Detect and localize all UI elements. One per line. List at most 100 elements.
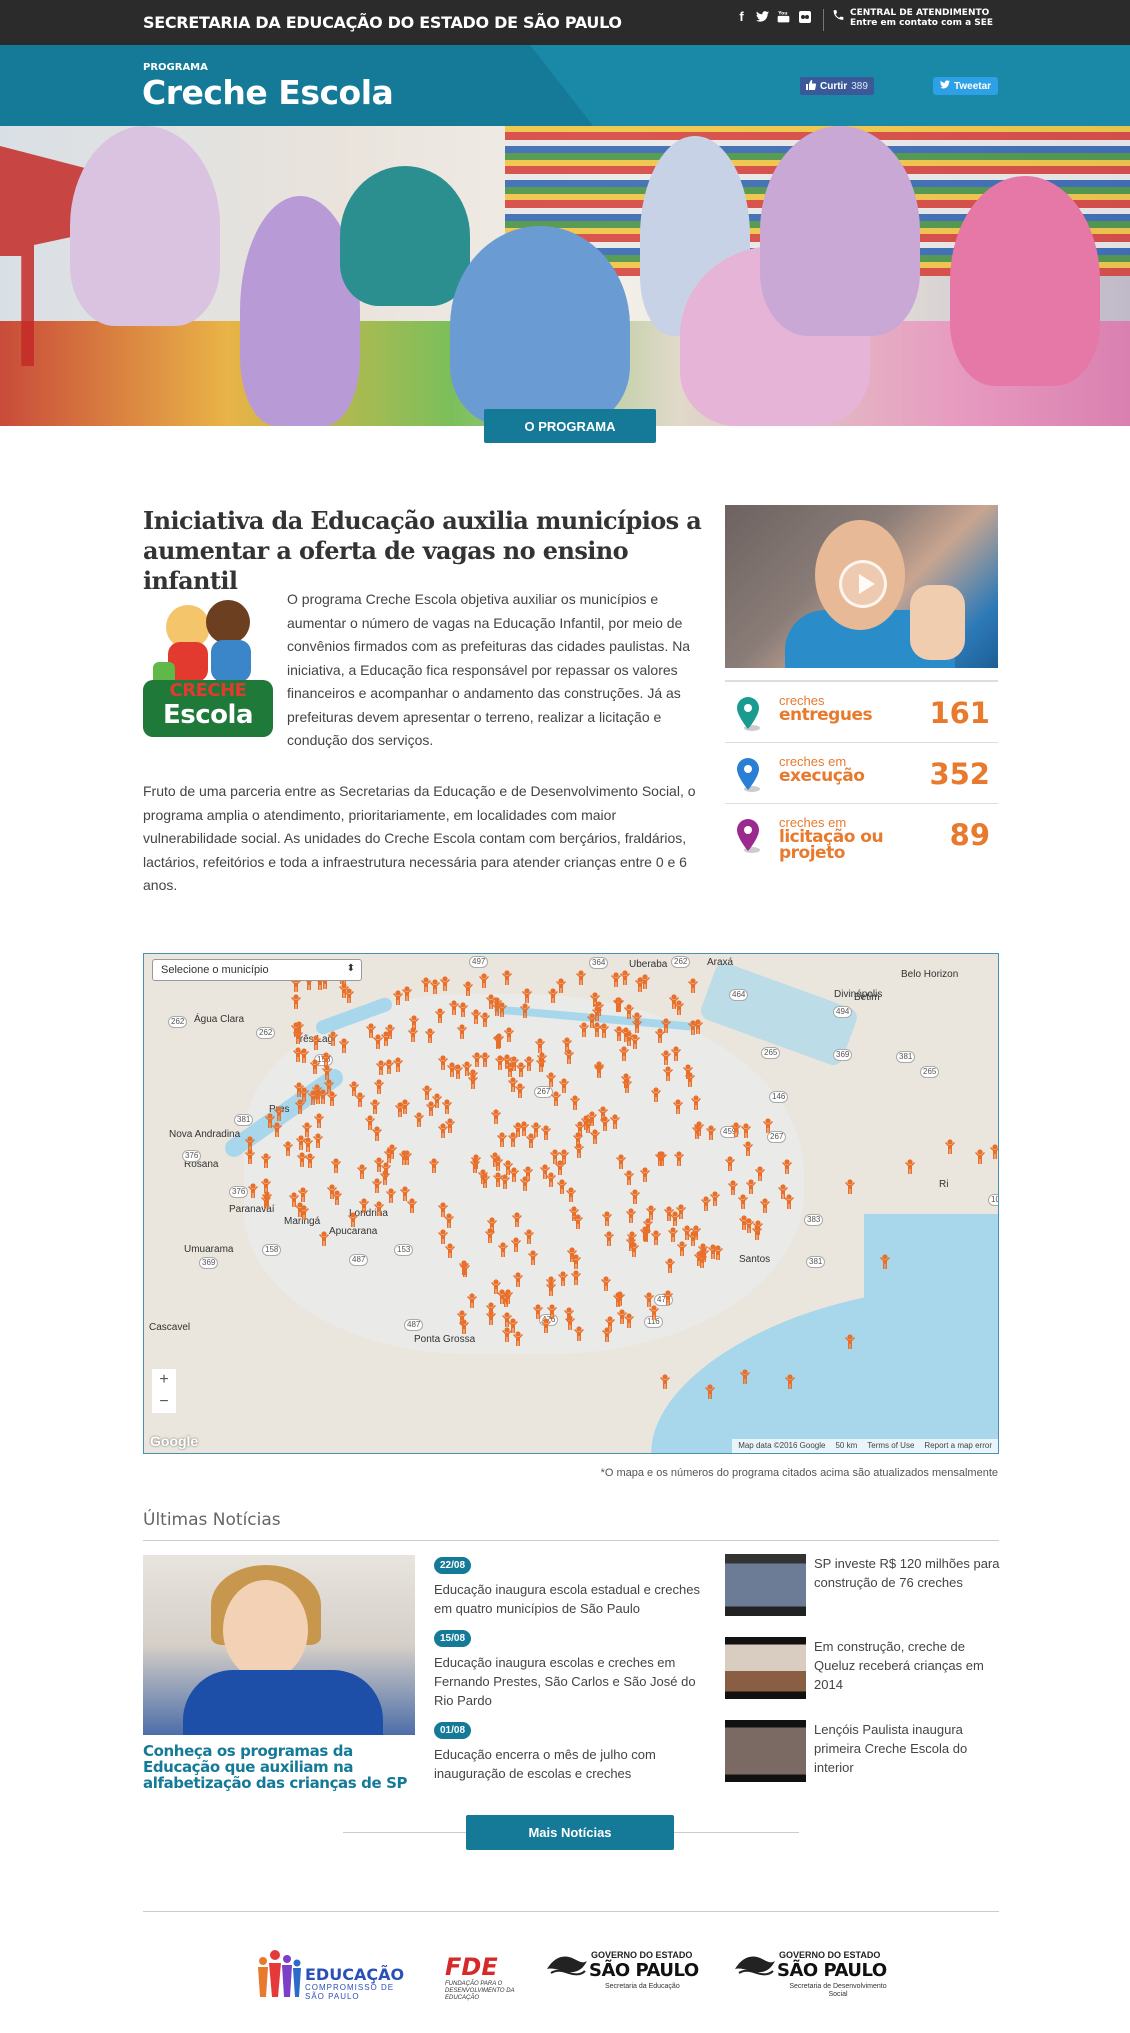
creche-marker-icon[interactable] bbox=[591, 1022, 603, 1038]
news-item[interactable]: 22/08 Educação inaugura escola estadual … bbox=[434, 1555, 704, 1618]
creche-marker-icon[interactable] bbox=[664, 1258, 676, 1274]
creche-marker-icon[interactable] bbox=[549, 1149, 561, 1165]
zoom-in-button[interactable]: + bbox=[152, 1369, 176, 1391]
side-news-headline[interactable]: Em construção, creche de Queluz receberá… bbox=[814, 1637, 1002, 1694]
report-error-link[interactable]: Report a map error bbox=[924, 1441, 992, 1451]
creche-marker-icon[interactable] bbox=[690, 1095, 702, 1111]
creche-marker-icon[interactable] bbox=[479, 1052, 491, 1068]
creche-marker-icon[interactable] bbox=[673, 1000, 685, 1016]
facebook-like-button[interactable]: Curtir 389 bbox=[800, 77, 874, 95]
creche-marker-icon[interactable] bbox=[944, 1139, 956, 1155]
creche-marker-icon[interactable] bbox=[501, 1054, 513, 1070]
creche-marker-icon[interactable] bbox=[625, 1208, 637, 1224]
creche-marker-icon[interactable] bbox=[467, 1069, 479, 1085]
creche-marker-icon[interactable] bbox=[601, 1211, 613, 1227]
creche-marker-icon[interactable] bbox=[264, 1113, 276, 1129]
youtube-icon[interactable]: You bbox=[777, 9, 790, 24]
creche-marker-icon[interactable] bbox=[515, 1062, 527, 1078]
creche-marker-icon[interactable] bbox=[492, 1172, 504, 1188]
creche-marker-icon[interactable] bbox=[358, 1198, 370, 1214]
creche-marker-icon[interactable] bbox=[437, 1229, 449, 1245]
creche-marker-icon[interactable] bbox=[561, 1037, 573, 1053]
creche-marker-icon[interactable] bbox=[603, 1231, 615, 1247]
side-news-headline[interactable]: Lençóis Paulista inaugura primeira Crech… bbox=[814, 1720, 1002, 1777]
creche-marker-icon[interactable] bbox=[290, 994, 302, 1010]
side-news-item[interactable]: Lençóis Paulista inaugura primeira Crech… bbox=[725, 1720, 1000, 1803]
creche-marker-icon[interactable] bbox=[534, 1038, 546, 1054]
governo-sp-educacao-logo[interactable]: GOVERNO DO ESTADO SÃO PAULO Secretaria d… bbox=[545, 1945, 700, 2005]
creche-marker-icon[interactable] bbox=[612, 1292, 624, 1308]
side-news-item[interactable]: Em construção, creche de Queluz receberá… bbox=[725, 1637, 1000, 1720]
creche-marker-icon[interactable] bbox=[593, 1063, 605, 1079]
terms-link[interactable]: Terms of Use bbox=[867, 1441, 914, 1451]
creche-marker-icon[interactable] bbox=[618, 1046, 630, 1062]
educacao-logo[interactable]: EDUCAÇÃO COMPROMISSO DE SÃO PAULO bbox=[255, 1945, 415, 2005]
creche-marker-icon[interactable] bbox=[762, 1118, 774, 1134]
creche-marker-icon[interactable] bbox=[739, 1369, 751, 1385]
creche-marker-icon[interactable] bbox=[569, 1095, 581, 1111]
creche-marker-icon[interactable] bbox=[510, 1237, 522, 1253]
creche-marker-icon[interactable] bbox=[566, 1247, 578, 1263]
creche-marker-icon[interactable] bbox=[384, 1024, 396, 1040]
creche-marker-icon[interactable] bbox=[599, 1116, 611, 1132]
creche-marker-icon[interactable] bbox=[294, 1201, 306, 1218]
creche-marker-icon[interactable] bbox=[373, 1078, 385, 1095]
creche-marker-icon[interactable] bbox=[615, 1153, 627, 1170]
news-headline[interactable]: Educação inaugura escola estadual e crec… bbox=[434, 1580, 704, 1618]
creche-marker-icon[interactable] bbox=[492, 1034, 504, 1050]
creche-marker-icon[interactable] bbox=[625, 1236, 637, 1252]
creche-marker-icon[interactable] bbox=[296, 1152, 308, 1168]
news-item[interactable]: 01/08 Educação encerra o mês de julho co… bbox=[434, 1720, 704, 1783]
creche-marker-icon[interactable] bbox=[547, 988, 559, 1004]
creche-marker-icon[interactable] bbox=[697, 1242, 709, 1259]
creche-marker-icon[interactable] bbox=[623, 1170, 635, 1186]
creche-marker-icon[interactable] bbox=[413, 1112, 425, 1128]
creche-marker-icon[interactable] bbox=[623, 1313, 635, 1329]
creche-marker-icon[interactable] bbox=[704, 1384, 716, 1400]
creche-marker-icon[interactable] bbox=[742, 1141, 754, 1157]
municipality-select[interactable]: Selecione o município bbox=[152, 959, 362, 981]
creche-marker-icon[interactable] bbox=[439, 976, 451, 992]
creche-marker-icon[interactable] bbox=[247, 1183, 259, 1199]
creche-marker-icon[interactable] bbox=[298, 1087, 310, 1103]
creche-marker-icon[interactable] bbox=[692, 1019, 704, 1035]
creche-marker-icon[interactable] bbox=[600, 1276, 612, 1292]
creche-marker-icon[interactable] bbox=[501, 970, 513, 986]
creche-marker-icon[interactable] bbox=[712, 1245, 724, 1261]
creche-marker-icon[interactable] bbox=[512, 1331, 524, 1347]
creche-marker-icon[interactable] bbox=[675, 1204, 687, 1220]
creche-marker-icon[interactable] bbox=[740, 1123, 752, 1139]
creche-marker-icon[interactable] bbox=[511, 1212, 523, 1228]
creche-marker-icon[interactable] bbox=[373, 1201, 385, 1217]
creche-marker-icon[interactable] bbox=[754, 1165, 766, 1182]
creche-marker-icon[interactable] bbox=[570, 1270, 582, 1286]
creche-marker-icon[interactable] bbox=[244, 1136, 256, 1152]
creche-marker-icon[interactable] bbox=[485, 1310, 497, 1326]
creche-marker-icon[interactable] bbox=[709, 1191, 721, 1207]
tweet-button[interactable]: Tweetar bbox=[933, 77, 999, 95]
creche-marker-icon[interactable] bbox=[401, 986, 413, 1002]
creche-marker-icon[interactable] bbox=[485, 994, 497, 1010]
creche-marker-icon[interactable] bbox=[690, 1225, 702, 1241]
creche-marker-icon[interactable] bbox=[323, 1079, 335, 1095]
creche-marker-icon[interactable] bbox=[532, 1304, 544, 1320]
creche-marker-icon[interactable] bbox=[904, 1159, 916, 1175]
creche-marker-icon[interactable] bbox=[650, 1087, 662, 1103]
more-news-button[interactable]: Mais Notícias bbox=[466, 1815, 674, 1850]
creche-marker-icon[interactable] bbox=[519, 1003, 531, 1019]
creche-marker-icon[interactable] bbox=[501, 1312, 513, 1328]
creche-marker-icon[interactable] bbox=[629, 1189, 641, 1205]
creche-marker-icon[interactable] bbox=[781, 1159, 793, 1175]
creche-marker-icon[interactable] bbox=[448, 1000, 460, 1016]
creche-marker-icon[interactable] bbox=[282, 1141, 294, 1157]
creche-marker-icon[interactable] bbox=[421, 1085, 433, 1101]
creche-marker-icon[interactable] bbox=[672, 1099, 684, 1115]
creche-marker-icon[interactable] bbox=[309, 1059, 321, 1075]
site-title[interactable]: SECRETARIA DA EDUCAÇÃO DO ESTADO DE SÃO … bbox=[143, 13, 622, 32]
zoom-out-button[interactable]: − bbox=[152, 1391, 176, 1413]
creche-marker-icon[interactable] bbox=[373, 1157, 385, 1173]
creche-marker-icon[interactable] bbox=[295, 1134, 307, 1151]
creche-marker-icon[interactable] bbox=[507, 1077, 519, 1093]
news-item[interactable]: 15/08 Educação inaugura escolas e creche… bbox=[434, 1628, 704, 1710]
creche-marker-icon[interactable] bbox=[609, 1114, 621, 1130]
